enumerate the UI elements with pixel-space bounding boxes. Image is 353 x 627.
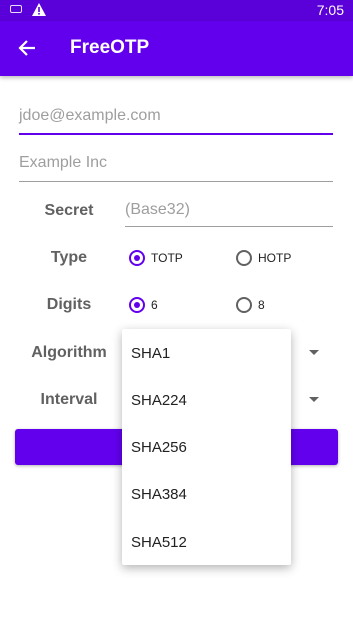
account-label-input[interactable]: Example Inc (19, 150, 333, 182)
issuer-input[interactable]: jdoe@example.com (19, 103, 333, 135)
radio-checked-icon (129, 297, 145, 313)
radio-hotp[interactable]: HOTP (236, 250, 291, 266)
algorithm-label: Algorithm (31, 344, 107, 361)
radio-totp[interactable]: TOTP (129, 250, 183, 266)
radio-digits-6[interactable]: 6 (129, 297, 158, 313)
chevron-down-icon[interactable] (309, 350, 319, 355)
algorithm-option-sha1[interactable]: SHA1 (131, 345, 170, 362)
warning-icon (31, 2, 47, 22)
algorithm-option-sha512[interactable]: SHA512 (131, 534, 187, 551)
radio-checked-icon (129, 250, 145, 266)
app-title: FreeOTP (70, 37, 150, 58)
status-bar: 7:05 (0, 0, 353, 21)
radio-hotp-label: HOTP (258, 251, 292, 265)
chevron-down-icon[interactable] (309, 397, 319, 402)
algorithm-option-sha384[interactable]: SHA384 (131, 486, 187, 503)
app-bar: FreeOTP (0, 21, 353, 76)
arrow-back-icon[interactable] (14, 35, 40, 61)
keyboard-icon (10, 5, 22, 13)
algorithm-dropdown-menu: SHA1 SHA224 SHA256 SHA384 SHA512 (122, 329, 291, 565)
radio-totp-label: TOTP (151, 251, 183, 265)
radio-unchecked-icon (236, 297, 252, 313)
interval-label: Interval (40, 391, 98, 408)
algorithm-option-sha224[interactable]: SHA224 (131, 392, 187, 409)
status-time: 7:05 (316, 2, 344, 18)
type-label: Type (50, 249, 88, 266)
algorithm-option-sha256[interactable]: SHA256 (131, 439, 187, 456)
radio-unchecked-icon (236, 250, 252, 266)
secret-label: Secret (44, 202, 94, 219)
digits-label: Digits (46, 296, 92, 313)
secret-input[interactable]: (Base32) (125, 197, 333, 227)
radio-digits-8[interactable]: 8 (236, 297, 265, 313)
radio-digits-6-label: 6 (151, 298, 158, 312)
radio-digits-8-label: 8 (258, 298, 265, 312)
